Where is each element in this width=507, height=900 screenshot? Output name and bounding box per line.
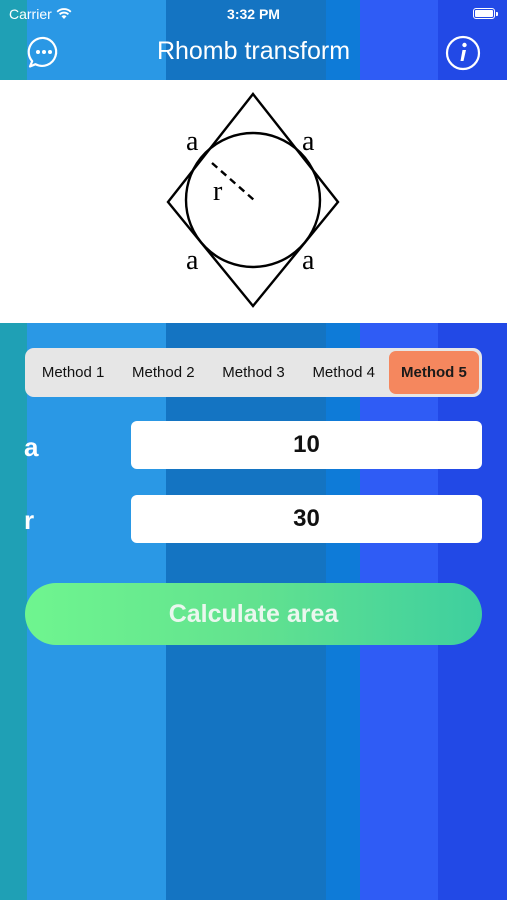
rhomb-figure-panel: a a a a r (0, 80, 507, 323)
method-3-segment[interactable]: Method 3 (208, 351, 298, 394)
navigation-bar: Rhomb transform (0, 28, 507, 78)
method-5-segment[interactable]: Method 5 (388, 351, 480, 394)
side-label-bottom-right: a (302, 245, 315, 276)
inscribed-circle (184, 131, 322, 269)
radius-label: r (213, 176, 223, 207)
method-segmented-control: Method 1 Method 2 Method 3 Method 4 Meth… (25, 348, 482, 397)
battery-icon (473, 8, 498, 19)
side-a-input[interactable]: 10 (131, 421, 482, 469)
status-bar: Carrier 3:32 PM (0, 0, 507, 28)
side-label-top-left: a (186, 126, 199, 157)
status-time: 3:32 PM (227, 6, 280, 22)
method-1-segment[interactable]: Method 1 (28, 351, 118, 394)
page-title: Rhomb transform (156, 37, 351, 65)
method-4-segment[interactable]: Method 4 (299, 351, 389, 394)
side-label-top-right: a (302, 126, 315, 157)
calculate-area-button[interactable]: Calculate area (25, 583, 482, 645)
side-label-bottom-left: a (186, 245, 199, 276)
rhomb-diagram: a a a a r (166, 92, 340, 308)
radius-r-input[interactable]: 30 (131, 495, 482, 543)
info-icon (445, 35, 481, 71)
radius-r-label: r (24, 505, 35, 535)
method-2-segment[interactable]: Method 2 (118, 351, 208, 394)
info-button[interactable] (445, 35, 481, 71)
side-a-label: a (24, 432, 39, 462)
